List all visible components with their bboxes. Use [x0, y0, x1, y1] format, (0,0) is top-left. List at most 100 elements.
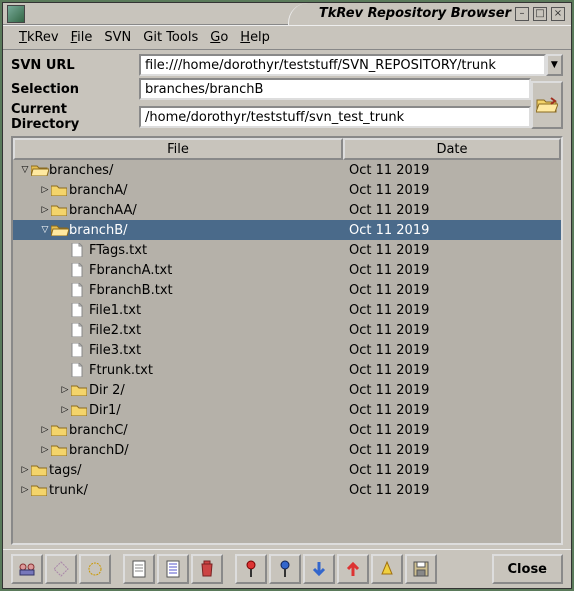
titlebar[interactable]: TkRev Repository Browser – □ ×	[3, 3, 571, 25]
file-date: Oct 11 2019	[349, 303, 561, 318]
page-icon[interactable]	[123, 554, 155, 584]
menu-file[interactable]: File	[71, 30, 93, 45]
menu-help[interactable]: Help	[240, 30, 270, 45]
file-icon	[71, 243, 89, 257]
disclosure-closed-icon[interactable]: ▷	[39, 185, 51, 195]
minimize-button[interactable]: –	[515, 7, 529, 21]
close-button[interactable]: Close	[492, 554, 563, 584]
disk-icon[interactable]	[405, 554, 437, 584]
disclosure-closed-icon[interactable]: ▷	[19, 485, 31, 495]
tree-row[interactable]: File1.txt Oct 11 2019	[13, 300, 561, 320]
circle-icon[interactable]	[79, 554, 111, 584]
file-name: Ftrunk.txt	[89, 363, 153, 378]
file-icon	[71, 363, 89, 377]
file-name: branchA/	[69, 183, 127, 198]
file-name: branchAA/	[69, 203, 137, 218]
file-date: Oct 11 2019	[349, 403, 561, 418]
column-date[interactable]: Date	[343, 138, 561, 160]
tree-row[interactable]: File2.txt Oct 11 2019	[13, 320, 561, 340]
folder-open-icon	[31, 164, 49, 176]
disclosure-open-icon[interactable]: ▽	[19, 165, 31, 175]
file-date: Oct 11 2019	[349, 323, 561, 338]
tree-row[interactable]: ▷Dir 2/Oct 11 2019	[13, 380, 561, 400]
folder-icon	[51, 424, 69, 436]
tree-body[interactable]: ▽branches/Oct 11 2019 ▷ branchA/Oct 11 201…	[13, 160, 561, 543]
fields-area: SVN URL ▼ Selection Current Directory	[3, 50, 571, 134]
svn-url-dropdown[interactable]: ▼	[546, 54, 563, 76]
folder-open-icon	[51, 224, 69, 236]
file-icon	[71, 283, 89, 297]
pin-blue-icon[interactable]	[269, 554, 301, 584]
disclosure-open-icon[interactable]: ▽	[39, 225, 51, 235]
file-date: Oct 11 2019	[349, 243, 561, 258]
file-date: Oct 11 2019	[349, 183, 561, 198]
tree-row[interactable]: ▷ Dir1/Oct 11 2019	[13, 400, 561, 420]
toolbar: Close	[3, 549, 571, 588]
svn-url-label: SVN URL	[11, 58, 139, 73]
file-name: branchB/	[69, 223, 128, 238]
tree-row[interactable]: ▽ branchB/Oct 11 2019	[13, 220, 561, 240]
menu-git-tools[interactable]: Git Tools	[143, 30, 198, 45]
file-icon	[71, 343, 89, 357]
menu-svn[interactable]: SVN	[104, 30, 131, 45]
tree-row[interactable]: ▷branchC/Oct 11 2019	[13, 420, 561, 440]
file-name: File2.txt	[89, 323, 141, 338]
file-date: Oct 11 2019	[349, 263, 561, 278]
pin-red-icon[interactable]	[235, 554, 267, 584]
tree-row[interactable]: Ftrunk.txtOct 11 2019	[13, 360, 561, 380]
tree-row[interactable]: ▷ branchA/Oct 11 2019	[13, 180, 561, 200]
disclosure-closed-icon[interactable]: ▷	[39, 445, 51, 455]
file-icon	[71, 263, 89, 277]
disclosure-closed-icon[interactable]: ▷	[59, 385, 71, 395]
maximize-button[interactable]: □	[533, 7, 547, 21]
who-icon[interactable]	[11, 554, 43, 584]
folder-icon	[51, 444, 69, 456]
folder-icon	[31, 484, 49, 496]
tree-row[interactable]: File3.txtOct 11 2019	[13, 340, 561, 360]
disclosure-closed-icon[interactable]: ▷	[59, 405, 71, 415]
open-folder-button[interactable]	[531, 81, 563, 129]
tree-row[interactable]: ▷tags/Oct 11 2019	[13, 460, 561, 480]
file-date: Oct 11 2019	[349, 283, 561, 298]
file-name: branchD/	[69, 443, 129, 458]
file-name: trunk/	[49, 483, 88, 498]
window-title: TkRev Repository Browser	[319, 6, 511, 21]
tree-row[interactable]: FbranchA.txtOct 11 2019	[13, 260, 561, 280]
file-date: Oct 11 2019	[349, 463, 561, 478]
menu-tkrev[interactable]: TkRev	[19, 30, 59, 45]
file-name: Dir1/	[89, 403, 121, 418]
disclosure-closed-icon[interactable]: ▷	[39, 205, 51, 215]
file-date: Oct 11 2019	[349, 203, 561, 218]
tree-header: File Date	[13, 138, 561, 160]
curdir-label: Current Directory	[11, 102, 139, 132]
diamond-icon[interactable]	[45, 554, 77, 584]
file-date: Oct 11 2019	[349, 343, 561, 358]
tree-row[interactable]: ▽branches/Oct 11 2019	[13, 160, 561, 180]
cone-icon[interactable]	[371, 554, 403, 584]
folder-icon	[51, 184, 69, 196]
tree-row[interactable]: FTags.txt Oct 11 2019	[13, 240, 561, 260]
arrow-down-icon[interactable]	[303, 554, 335, 584]
disclosure-closed-icon[interactable]: ▷	[39, 425, 51, 435]
menu-go[interactable]: Go	[210, 30, 228, 45]
file-name: FbranchB.txt	[89, 283, 173, 298]
file-name: Dir 2/	[89, 383, 125, 398]
tree-row[interactable]: ▷ branchAA/Oct 11 2019	[13, 200, 561, 220]
svn-url-input[interactable]	[139, 54, 546, 76]
tree-view: File Date ▽branches/Oct 11 2019 ▷ branchA/…	[11, 136, 563, 545]
tree-row[interactable]: ▷branchD/Oct 11 2019	[13, 440, 561, 460]
file-name: FTags.txt	[89, 243, 147, 258]
column-file[interactable]: File	[13, 138, 343, 160]
file-name: File1.txt	[89, 303, 141, 318]
trash-icon[interactable]	[191, 554, 223, 584]
page-lines-icon[interactable]	[157, 554, 189, 584]
selection-input[interactable]	[139, 78, 531, 100]
close-window-button[interactable]: ×	[551, 7, 565, 21]
file-date: Oct 11 2019	[349, 223, 561, 238]
tree-row[interactable]: ▷trunk/Oct 11 2019	[13, 480, 561, 500]
arrow-up-icon[interactable]	[337, 554, 369, 584]
disclosure-closed-icon[interactable]: ▷	[19, 465, 31, 475]
tree-row[interactable]: FbranchB.txt Oct 11 2019	[13, 280, 561, 300]
curdir-input[interactable]	[139, 106, 531, 128]
file-date: Oct 11 2019	[349, 423, 561, 438]
